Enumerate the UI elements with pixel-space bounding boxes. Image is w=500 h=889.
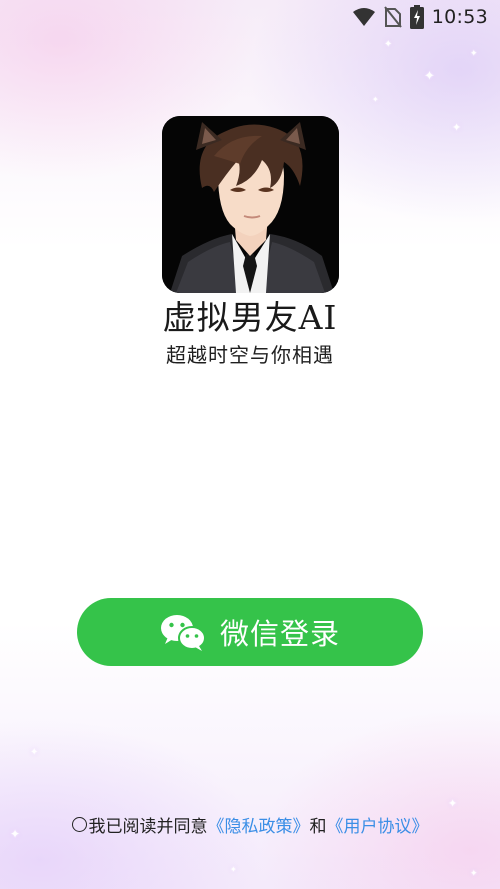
sparkle-decoration: ✦ [384,39,393,50]
app-title: 虚拟男友AI [162,298,338,337]
boyfriend-avatar-icon [162,116,339,293]
wechat-icon [160,615,206,651]
app-subtitle: 超越时空与你相遇 [166,343,334,367]
privacy-policy-link[interactable]: 《隐私政策》 [208,812,310,837]
agreement-conjunction: 和 [309,817,327,837]
sparkle-decoration: ✦ [230,865,237,874]
wifi-icon [352,8,375,26]
status-bar: 10:53 [0,0,500,34]
agreement-row: 我已阅读并同意 《隐私政策》 和 《用户协议》 [0,812,500,837]
user-agreement-link[interactable]: 《用户协议》 [327,812,429,837]
sparkle-decoration: ✦ [470,869,478,879]
wechat-login-button[interactable]: 微信登录 [77,598,423,666]
status-time: 10:53 [431,6,488,28]
wechat-login-label: 微信登录 [219,617,340,651]
app-logo [162,116,339,293]
sparkle-decoration: ✦ [452,121,462,134]
agree-checkbox[interactable] [71,817,87,832]
no-sim-icon [383,6,402,28]
sparkle-decoration: ✦ [424,69,435,84]
sparkle-decoration: ✦ [30,747,39,758]
sparkle-decoration: ✦ [448,797,458,810]
sparkle-decoration: ✦ [470,49,478,59]
agreement-prefix: 我已阅读并同意 [88,817,208,837]
sparkle-decoration: ✦ [372,95,379,104]
battery-charging-icon [409,5,424,29]
status-icons: 10:53 [352,4,488,30]
